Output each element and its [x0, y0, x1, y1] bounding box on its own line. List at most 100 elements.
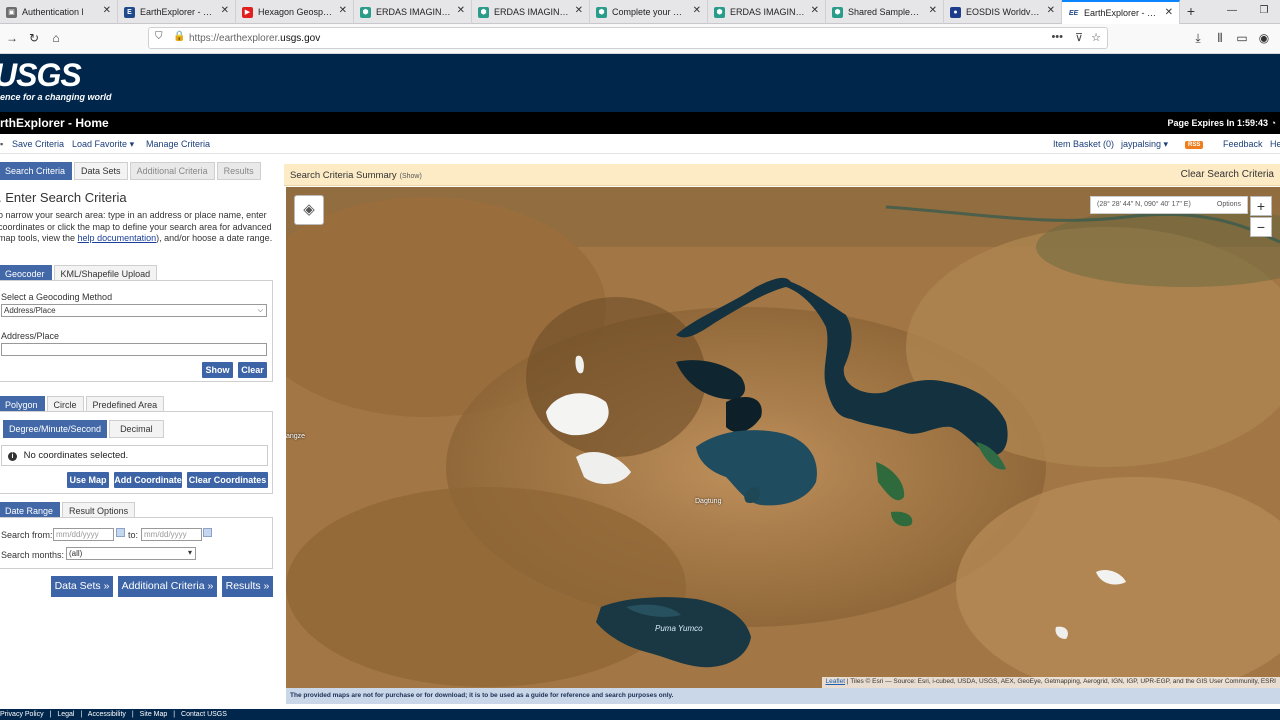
- maximize-icon[interactable]: ❐: [1248, 0, 1280, 24]
- close-icon[interactable]: ✕: [221, 5, 229, 16]
- browser-tab[interactable]: ▣ Authentication l ✕: [0, 0, 118, 24]
- tab-label: Complete your Profi: [612, 7, 687, 17]
- legal-link[interactable]: Legal: [57, 711, 74, 718]
- nasa-icon: ●: [950, 6, 961, 18]
- close-icon[interactable]: ✕: [929, 5, 937, 16]
- browser-tab[interactable]: ● EOSDIS Worldview ✕: [944, 0, 1062, 24]
- minimize-icon[interactable]: —: [1216, 0, 1248, 24]
- use-map-button[interactable]: Use Map: [67, 472, 109, 488]
- months-value: (all): [69, 549, 83, 558]
- browser-tab[interactable]: ⬢ Shared Samples - He ✕: [826, 0, 944, 24]
- satellite-imagery: [286, 187, 1280, 688]
- browser-tab-active[interactable]: EE EarthExplorer - Home ✕: [1062, 0, 1180, 24]
- main-tabs: Search Criteria Data Sets Additional Cri…: [0, 162, 263, 180]
- download-icon[interactable]: ⤓: [1190, 30, 1206, 46]
- close-icon[interactable]: ✕: [457, 5, 465, 16]
- close-icon[interactable]: ✕: [103, 5, 111, 16]
- address-bar[interactable]: ⛉ 🔒 https://earthexplorer.usgs.gov ••• ⊽…: [148, 27, 1108, 49]
- logo-text: USGS: [0, 57, 82, 93]
- auth-icon: ▣: [6, 6, 17, 18]
- clear-button[interactable]: Clear: [238, 362, 267, 378]
- pocket-icon[interactable]: ⊽: [1075, 31, 1083, 44]
- manage-criteria-link[interactable]: Manage Criteria: [146, 139, 210, 149]
- calendar-icon[interactable]: [203, 528, 212, 537]
- close-icon[interactable]: ✕: [1165, 7, 1173, 18]
- usgs-logo[interactable]: USGS ence for a changing world: [0, 58, 112, 102]
- clear-coordinates-button[interactable]: Clear Coordinates: [187, 472, 268, 488]
- search-months-select[interactable]: (all) ▾: [66, 547, 196, 560]
- close-icon[interactable]: ✕: [1047, 5, 1055, 16]
- browser-tab[interactable]: ⬢ Complete your Profi ✕: [590, 0, 708, 24]
- more-actions-icon[interactable]: •••: [1051, 31, 1063, 43]
- lock-icon[interactable]: 🔒: [173, 31, 185, 42]
- close-icon[interactable]: ✕: [811, 5, 819, 16]
- additional-criteria-next-button[interactable]: Additional Criteria »: [118, 576, 217, 597]
- new-tab-button[interactable]: +: [1180, 0, 1202, 24]
- load-favorite-menu[interactable]: Load Favorite ▾: [72, 139, 134, 150]
- browser-tab[interactable]: ⬢ ERDAS IMAGINE - H ✕: [708, 0, 826, 24]
- date-to-input[interactable]: mm/dd/yyyy: [141, 528, 202, 541]
- add-coordinate-button[interactable]: Add Coordinate: [114, 472, 182, 488]
- leaflet-link[interactable]: Leaflet: [826, 678, 846, 685]
- browser-tab[interactable]: E EarthExplorer - Sessi ✕: [118, 0, 236, 24]
- close-icon[interactable]: ✕: [575, 5, 583, 16]
- polygon-box: Degree/Minute/Second Decimal i No coordi…: [0, 411, 273, 494]
- feedback-link[interactable]: Feedback: [1223, 139, 1263, 149]
- tab-label: Authentication l: [22, 7, 84, 17]
- coordinate-format-tabs: Degree/Minute/Second Decimal: [3, 420, 166, 438]
- item-basket-link[interactable]: Item Basket (0): [1053, 139, 1114, 149]
- browser-tab[interactable]: ▶ Hexagon Geospatial ✕: [236, 0, 354, 24]
- map-view[interactable]: ◈ (28° 28' 44" N, 090° 40' 17" E) Options…: [286, 187, 1280, 688]
- clear-search-criteria-link[interactable]: Clear Search Criteria: [1181, 169, 1274, 180]
- privacy-policy-link[interactable]: Privacy Policy: [0, 711, 44, 718]
- app-title-bar: rthExplorer - Home Page Expires In 1:59:…: [0, 112, 1280, 134]
- tab-search-criteria[interactable]: Search Criteria: [0, 162, 73, 180]
- map-disclaimer: The provided maps are not for purchase o…: [286, 688, 1280, 704]
- summary-title-text: Search Criteria Summary: [290, 170, 397, 181]
- lake-label: Puma Yumco: [655, 624, 703, 633]
- account-icon[interactable]: ◉: [1256, 30, 1272, 46]
- browser-tab[interactable]: ⬢ ERDAS IMAGINE: W ✕: [472, 0, 590, 24]
- home-icon[interactable]: ⌂: [48, 30, 64, 46]
- contact-usgs-link[interactable]: Contact USGS: [181, 711, 227, 718]
- tab-data-sets[interactable]: Data Sets: [74, 162, 128, 180]
- shield-icon[interactable]: ⛉: [155, 31, 163, 42]
- close-icon[interactable]: ✕: [339, 5, 347, 16]
- tab-label: Hexagon Geospatial: [258, 7, 333, 17]
- tab-degree-minute-second[interactable]: Degree/Minute/Second: [3, 420, 108, 438]
- help-documentation-link[interactable]: help documentation: [78, 233, 157, 243]
- app-title: rthExplorer - Home: [0, 116, 109, 130]
- geocoding-method-select[interactable]: Address/Place ⌵: [1, 304, 267, 317]
- results-next-button[interactable]: Results »: [222, 576, 273, 597]
- library-icon[interactable]: ⫴: [1212, 30, 1228, 46]
- help-link[interactable]: He: [1270, 139, 1280, 149]
- coordinate-options-link[interactable]: Options: [1217, 197, 1241, 213]
- summary-show-toggle[interactable]: (Show): [400, 173, 422, 180]
- save-criteria-link[interactable]: Save Criteria: [12, 139, 64, 149]
- bookmark-star-icon[interactable]: ☆: [1091, 31, 1101, 44]
- footer-divider: |: [131, 711, 134, 718]
- tab-additional-criteria[interactable]: Additional Criteria: [129, 162, 215, 180]
- browser-tab[interactable]: ⬢ ERDAS IMAGINE: W ✕: [354, 0, 472, 24]
- user-menu[interactable]: jaypalsing ▾: [1121, 139, 1168, 150]
- sidebar-icon[interactable]: ▭: [1234, 30, 1250, 46]
- hexagon-icon: ⬢: [596, 6, 607, 18]
- attribution-text: | Tiles © Esri — Source: Esri, i-cubed, …: [845, 678, 1276, 685]
- reload-icon[interactable]: ↻: [26, 30, 42, 46]
- back-arrow-icon[interactable]: →: [4, 30, 20, 46]
- zoom-out-button[interactable]: −: [1250, 217, 1272, 237]
- section-description: o narrow your search area: type in an ad…: [0, 210, 274, 245]
- site-map-link[interactable]: Site Map: [140, 711, 168, 718]
- tab-results[interactable]: Results: [216, 162, 261, 180]
- accessibility-link[interactable]: Accessibility: [88, 711, 126, 718]
- layers-icon[interactable]: ◈: [294, 195, 324, 225]
- zoom-in-button[interactable]: +: [1250, 196, 1272, 216]
- date-from-input[interactable]: mm/dd/yyyy: [53, 528, 114, 541]
- data-sets-next-button[interactable]: Data Sets »: [51, 576, 113, 597]
- address-input[interactable]: [1, 343, 267, 356]
- show-button[interactable]: Show: [202, 362, 233, 378]
- calendar-icon[interactable]: [116, 528, 125, 537]
- tab-decimal[interactable]: Decimal: [109, 420, 164, 438]
- close-icon[interactable]: ✕: [693, 5, 701, 16]
- rss-icon[interactable]: RSS: [1185, 139, 1204, 149]
